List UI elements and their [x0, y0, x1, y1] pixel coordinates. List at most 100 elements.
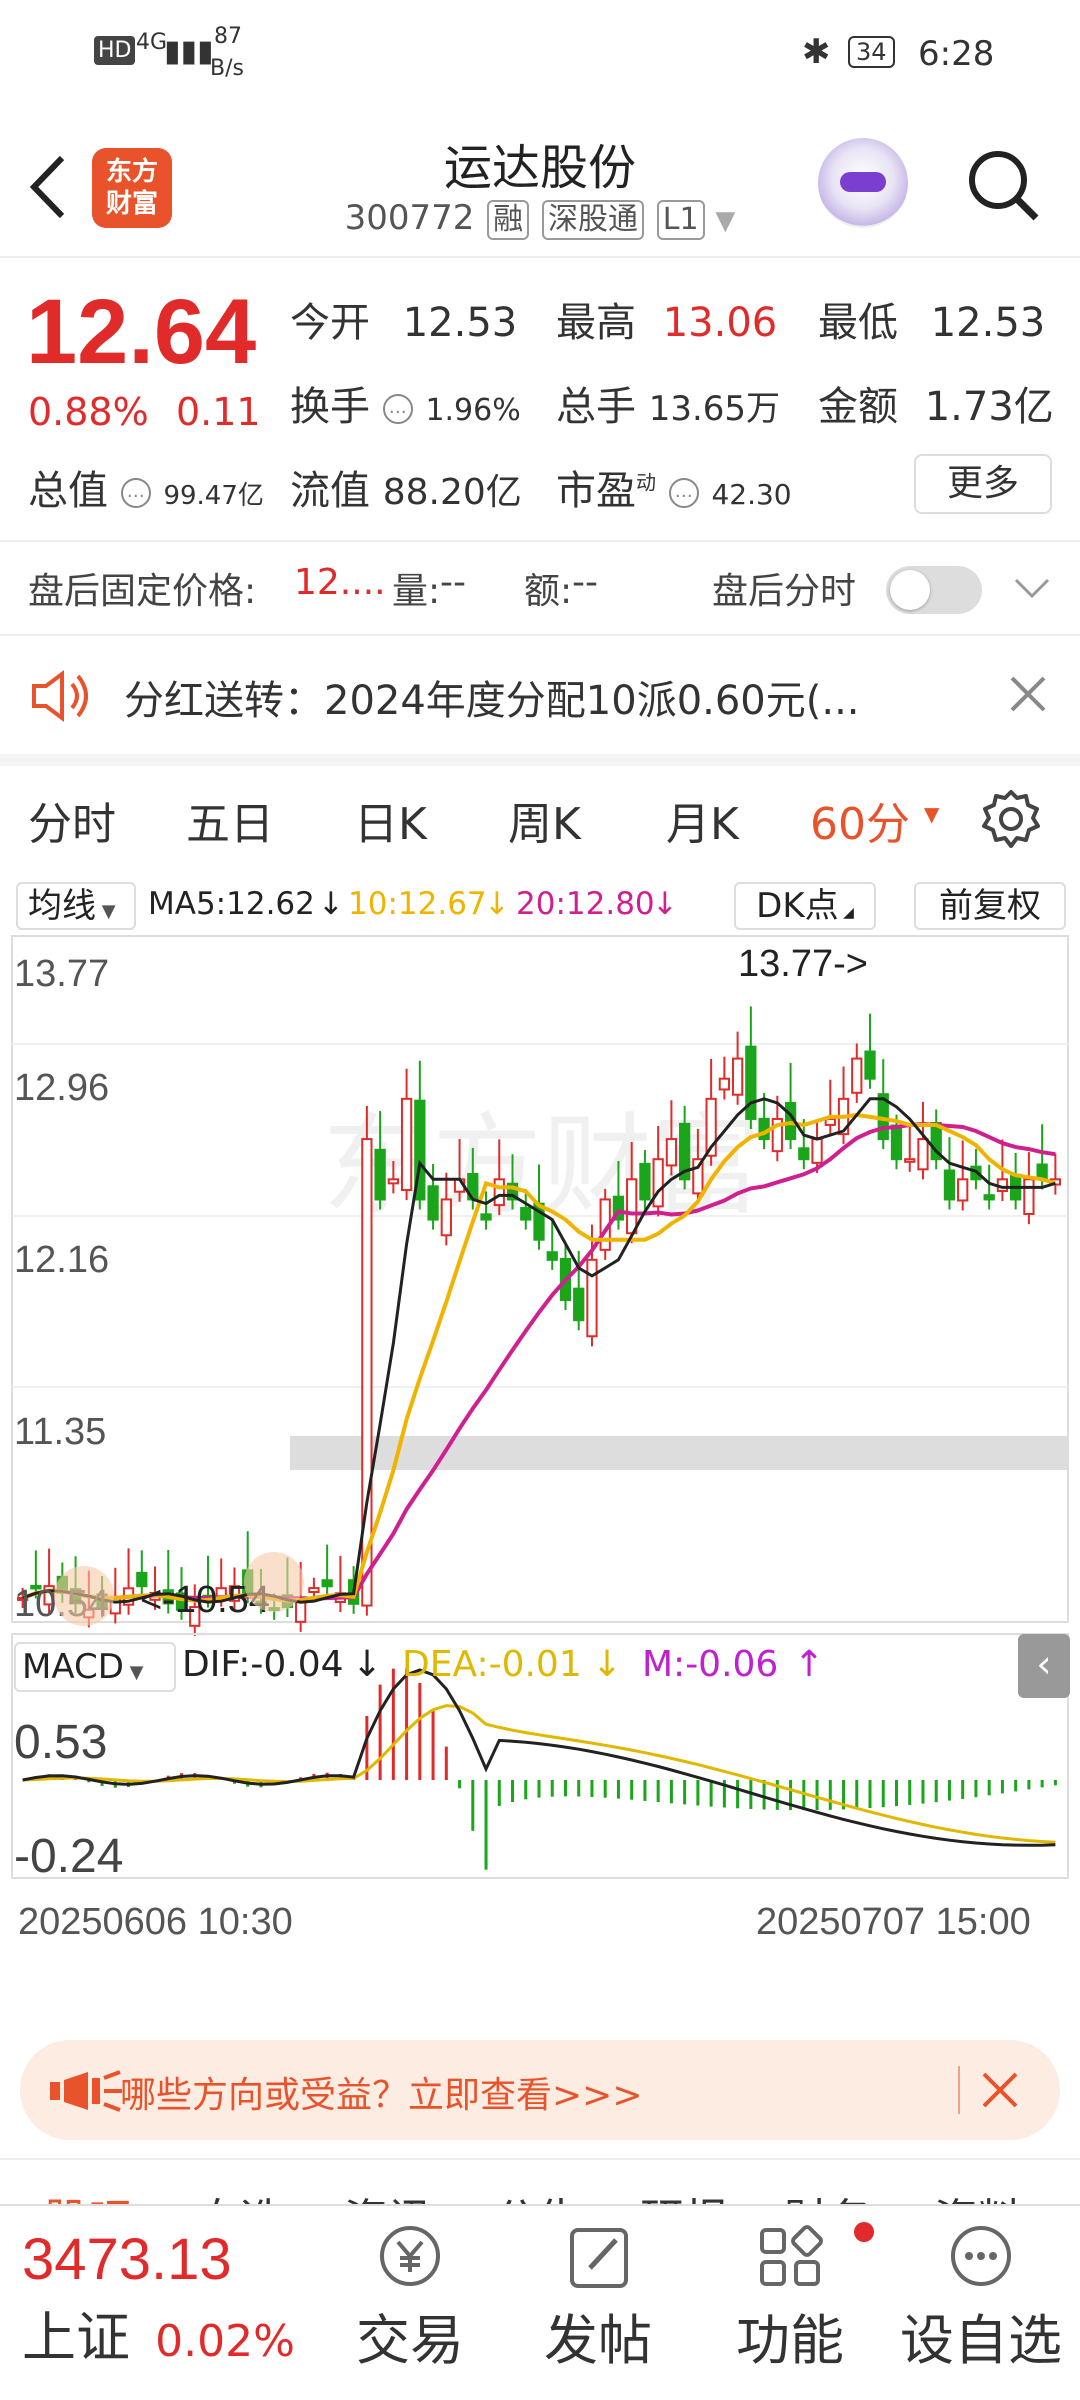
pe-item: 市盈动 … 42.30 [556, 458, 792, 516]
apps-icon [760, 2225, 823, 2286]
signal-marker[interactable] [54, 1566, 114, 1626]
info-icon[interactable]: … [668, 478, 699, 508]
nav-add-label: 设自选 [900, 2309, 1062, 2372]
info-icon[interactable]: … [382, 394, 413, 424]
low-label: 最低 [818, 300, 898, 346]
candle-body [639, 1162, 651, 1201]
tab-research[interactable]: 研报 [640, 2184, 728, 2204]
clock: 6:28 [918, 34, 995, 74]
margin-tag: 融 [487, 200, 530, 240]
nav-post-label: 发帖 [544, 2309, 652, 2372]
period-tabs: 分时 五日 日K 周K 月K 60分 ▼ [0, 766, 1080, 870]
amount-item: 金额 1.73亿 [818, 374, 1054, 432]
float-label: 流值 [290, 468, 370, 514]
nav-add-watchlist[interactable]: 设自选 [896, 2222, 1066, 2375]
turnover-label: 换手 [290, 384, 370, 430]
tab-weekly[interactable]: 周K [508, 788, 581, 852]
close-icon[interactable] [1010, 676, 1046, 712]
dea-arrow: ↓ [592, 1644, 623, 1685]
yen-icon [380, 2226, 440, 2286]
ma-selector[interactable]: 均线 ▼ [16, 882, 136, 930]
kline-chart-area[interactable]: 均线 ▼ MA5:12.62 ↓ 10:12.67 ↓ 20:12.80 ↓ D… [0, 870, 1080, 2010]
search-icon[interactable] [964, 146, 1044, 226]
tab-monthly[interactable]: 月K [666, 788, 739, 852]
stock-code: 300772 [344, 198, 475, 238]
macd-axis-bottom: -0.24 [14, 1830, 123, 1883]
price-frame [11, 935, 1069, 1623]
date-end: 20250707 15:00 [756, 1901, 1031, 1943]
after-hours-toggle[interactable] [886, 566, 982, 614]
mktcap-label: 总值 [28, 468, 108, 514]
nav-post[interactable]: 发帖 [528, 2222, 668, 2375]
price-axis-label: 12.96 [14, 1067, 109, 1109]
candle-body [718, 1077, 731, 1091]
signal-marker[interactable] [244, 1552, 304, 1612]
high-item: 最高 13.06 [556, 290, 777, 348]
collapse-panel-button[interactable]: ‹ [1018, 1634, 1070, 1698]
index-value: 3473.13 [22, 2227, 232, 2292]
nav-trade-label: 交易 [356, 2309, 464, 2372]
banner-text: 哪些方向或受益？立即查看>>> [120, 2075, 643, 2116]
candle-body [626, 1178, 638, 1235]
tab-intraday[interactable]: 分时 [28, 788, 116, 852]
tab-zixuan[interactable]: 自选 [196, 2184, 284, 2204]
notification-dot [854, 2222, 874, 2242]
price-axis-label: 11.35 [14, 1411, 106, 1453]
candles-group [16, 1006, 1062, 1636]
close-icon[interactable] [982, 2072, 1018, 2108]
candle-body [1023, 1178, 1035, 1216]
macd-selector[interactable]: MACD ▼ [14, 1642, 176, 1692]
candle-body [851, 1057, 863, 1094]
more-dots-icon [951, 2226, 1011, 2286]
robot-avatar[interactable] [818, 138, 908, 228]
amount-label: 金额 [818, 384, 898, 430]
candle-body [586, 1258, 598, 1338]
stock-header: 东方 财富 运达股份 300772 融 深股通 L1 ▼ [0, 110, 1080, 258]
open-value: 12.53 [402, 300, 518, 346]
candle-body [943, 1169, 956, 1201]
dif-value: DIF:-0.04 [182, 1644, 344, 1685]
gear-icon[interactable] [980, 788, 1042, 850]
after-hours-row: 盘后固定价格: 12.... 量: -- 额: -- 盘后分时 [0, 552, 1080, 622]
bottom-nav: 3473.13 上证 0.02% 交易 发帖 功能 设自选 [0, 2204, 1080, 2400]
candle-body [493, 1178, 505, 1207]
hd-icon: HD [94, 36, 136, 65]
candle-body [400, 1097, 413, 1192]
tab-profile[interactable]: 资料 [934, 2184, 1022, 2204]
quote-row-1: 今开 12.53 [290, 290, 517, 348]
dea-line [22, 1704, 1056, 1844]
high-marker: 13.77-> [738, 943, 868, 985]
tab-news[interactable]: 资讯 [344, 2184, 432, 2204]
tab-guba[interactable]: 股吧 [44, 2184, 132, 2204]
more-button[interactable]: 更多 [914, 454, 1052, 514]
promo-banner[interactable]: 哪些方向或受益？立即查看>>> [20, 2040, 1060, 2140]
change-amount: 0.11 [176, 390, 261, 434]
tab-finance[interactable]: 财务 [784, 2184, 872, 2204]
volume-value: 13.65万 [648, 389, 781, 429]
stock-code-line[interactable]: 300772 融 深股通 L1 ▼ [0, 198, 1080, 240]
candle-body [890, 1124, 903, 1161]
pe-value: 42.30 [711, 478, 792, 511]
info-icon[interactable]: … [120, 478, 151, 508]
index-quote[interactable]: 3473.13 上证 0.02% [22, 2226, 322, 2386]
fq-button[interactable]: 前复权 [914, 882, 1066, 930]
mktcap-row: 总值 … 99.47亿 [28, 458, 264, 516]
nav-func[interactable]: 功能 [720, 2222, 860, 2375]
candle-body [374, 1148, 386, 1201]
chevron-down-icon[interactable] [1014, 576, 1050, 600]
chart-svg: 东方财富 13.77 12.96 12.16 11.35 10.54 13.77… [11, 935, 1069, 1943]
macd-label: MACD [22, 1647, 124, 1687]
dk-button[interactable]: DK点 ◢ [734, 882, 876, 930]
tab-5day[interactable]: 五日 [186, 788, 274, 852]
ma5-arrow: ↓ [318, 886, 344, 922]
tab-announce[interactable]: 公告 [494, 2184, 582, 2204]
dividend-notice[interactable]: 分红送转：2024年度分配10派0.60元(... [0, 636, 1080, 754]
tab-60min[interactable]: 60分 [810, 788, 910, 852]
tab-daily[interactable]: 日K [354, 788, 427, 852]
candle-body [904, 1158, 916, 1163]
nav-trade[interactable]: 交易 [340, 2222, 480, 2375]
candle-body [440, 1198, 452, 1237]
signal-icon: 4G [136, 30, 168, 55]
nav-func-label: 功能 [736, 2309, 844, 2372]
m-arrow: ↑ [794, 1644, 825, 1685]
